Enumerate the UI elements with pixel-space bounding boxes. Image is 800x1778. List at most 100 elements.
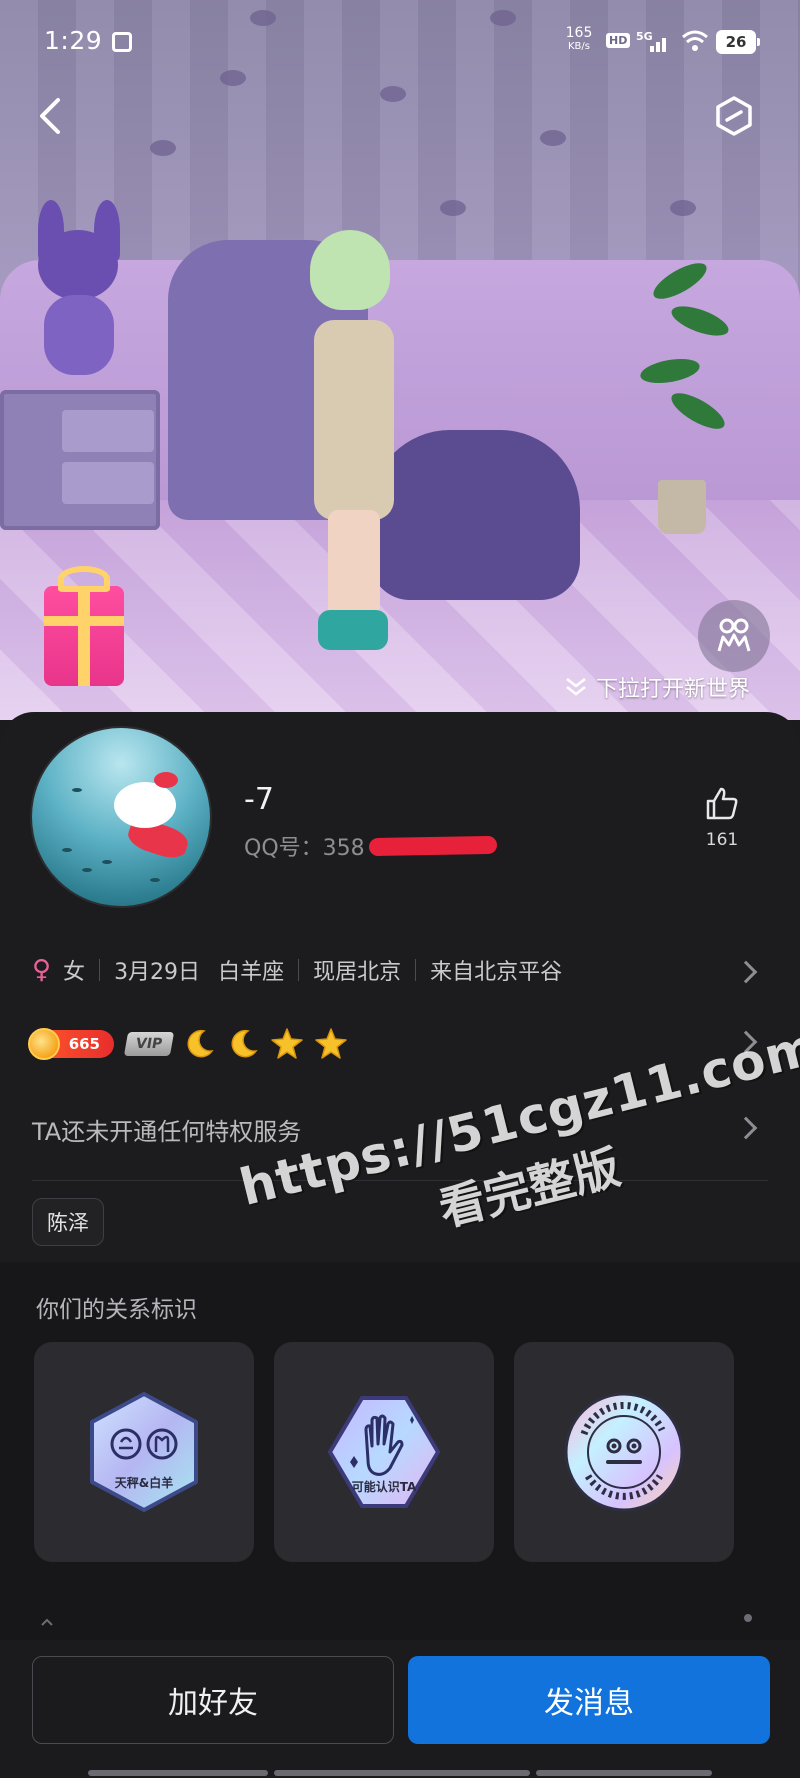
wall-pattern (540, 130, 566, 146)
badge-row[interactable]: 665 VIP (28, 1022, 348, 1066)
chevron-up-icon (41, 1618, 53, 1626)
hex-badge-icon (90, 1392, 198, 1512)
birthday: 3月29日 (114, 960, 201, 985)
profile-scene[interactable] (0, 0, 800, 720)
fish (72, 788, 82, 792)
pull-down-text: 下拉打开新世界 (596, 677, 751, 702)
pair-users-button[interactable] (698, 600, 770, 672)
plush-toy (18, 200, 138, 390)
home-indicator (536, 1770, 712, 1776)
character-hair (310, 230, 390, 310)
double-chevron-down-icon (566, 678, 586, 696)
relation-card-label: 天秤&白羊 (114, 1476, 174, 1490)
wall-pattern (380, 86, 406, 102)
leaf (648, 256, 712, 306)
redaction-mark (368, 835, 497, 857)
avatar-character[interactable] (300, 230, 410, 650)
more-dot-icon (744, 1614, 752, 1622)
status-bar: 1:29 165 KB/s HD 5G 26 (0, 0, 800, 86)
moon-icon (187, 1029, 214, 1058)
hd-badge: HD (606, 33, 631, 48)
signal-bar (650, 46, 654, 52)
thumbs-up-icon (706, 787, 738, 820)
leaf (638, 354, 702, 388)
network-speed-value: 165 (565, 25, 593, 41)
emoji-face-icon (562, 1390, 686, 1514)
network-speed-unit: KB/s (568, 41, 590, 52)
scene-settings-icon[interactable] (712, 94, 756, 138)
hex-badge-icon (328, 1396, 440, 1508)
signal-icon: 5G (636, 30, 670, 52)
character-shoes (318, 610, 388, 650)
back-arrow-icon[interactable] (30, 94, 74, 138)
divider (298, 959, 300, 981)
divider (32, 1180, 768, 1181)
signal-bar (662, 38, 666, 52)
star-icon (315, 1028, 347, 1059)
nightstand (0, 390, 160, 530)
pull-down-hint[interactable]: 下拉打开新世界 (564, 670, 750, 704)
wall-pattern (440, 200, 466, 216)
character-legs (328, 510, 380, 620)
gender: 女 (63, 960, 86, 985)
wall-pattern (670, 200, 696, 216)
plush-body (44, 295, 114, 375)
zodiac: 白羊座 (218, 960, 285, 985)
wall-pattern (150, 140, 176, 156)
waving-hand-icon: 可能认识TA (322, 1390, 446, 1514)
send-message-button[interactable]: 发消息 (408, 1656, 770, 1744)
qq-number-text: QQ号：358 (244, 836, 365, 861)
gift-bow (58, 566, 110, 592)
vip-badge: VIP (123, 1032, 175, 1056)
network-type: 5G (636, 30, 653, 43)
profile-tag[interactable]: 陈泽 (32, 1198, 104, 1246)
wifi-icon (682, 30, 708, 51)
add-friend-button[interactable]: 加好友 (32, 1656, 394, 1744)
divider (99, 959, 101, 981)
gift-box-icon[interactable] (44, 566, 124, 686)
relation-card-may-know[interactable]: 可能认识TA (274, 1342, 494, 1562)
signal-bar (656, 42, 660, 52)
basic-info-row[interactable]: ♀ 女 3月29日 白羊座 现居北京 来自北京平谷 (32, 950, 768, 990)
two-people-icon (717, 618, 751, 652)
section-title: 你们的关系标识 (36, 1297, 197, 1323)
level-badge: 665 (28, 1028, 114, 1060)
character-body (314, 320, 394, 520)
potted-plant (638, 250, 732, 534)
home-indicator (274, 1770, 530, 1776)
level-value: 665 (68, 1035, 100, 1053)
collapsed-row (40, 1612, 54, 1631)
location: 现居北京 (313, 960, 402, 985)
fish (62, 848, 72, 852)
relation-card-zodiac[interactable]: 天秤&白羊 (34, 1342, 254, 1562)
like-button[interactable]: 161 (696, 786, 748, 850)
fish (102, 860, 112, 864)
relation-card-label: 可能认识TA (351, 1480, 417, 1494)
character-bow (154, 772, 178, 788)
divider (415, 959, 417, 981)
relation-card-emoji[interactable] (514, 1342, 734, 1562)
zodiac-libra-aries-icon: 天秤&白羊 (82, 1390, 206, 1514)
like-count: 161 (705, 830, 739, 850)
star-icon (271, 1028, 303, 1059)
privilege-status[interactable]: TA还未开通任何特权服务 (32, 1112, 301, 1147)
hometown: 来自北京平谷 (430, 960, 563, 985)
fish (150, 878, 160, 882)
moon-icon (231, 1029, 258, 1058)
network-speed: 165 KB/s (562, 26, 596, 54)
plant-pot (658, 480, 706, 534)
female-icon: ♀ (32, 955, 52, 985)
nickname: -7 (244, 782, 274, 817)
coin-icon (28, 1028, 60, 1060)
notification-icon (112, 32, 132, 52)
character-head (114, 782, 176, 828)
battery-indicator: 26 (716, 30, 760, 54)
fish (82, 868, 92, 872)
home-indicator (88, 1770, 268, 1776)
qq-number: QQ号：358 (244, 830, 497, 862)
avatar[interactable] (32, 728, 210, 906)
plush-head (38, 230, 118, 300)
round-badge-icon (564, 1392, 684, 1512)
drawer (62, 410, 154, 452)
status-time: 1:29 (44, 26, 103, 55)
